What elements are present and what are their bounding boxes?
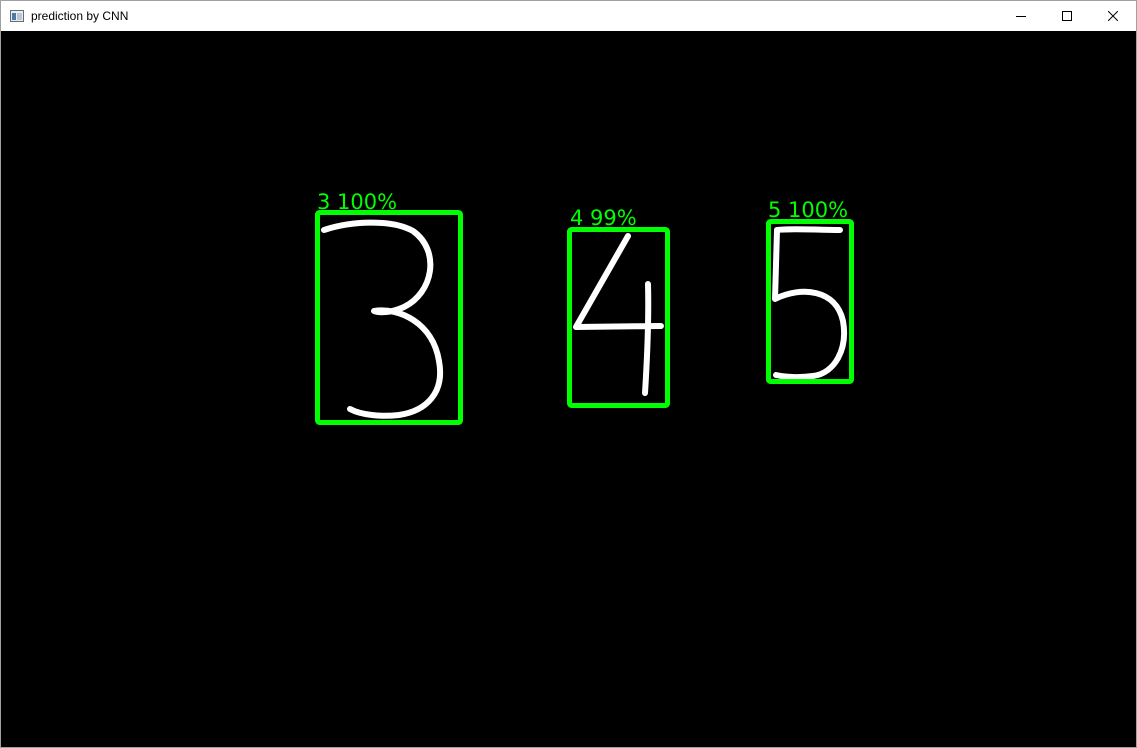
prediction-label: 3 100%	[317, 190, 397, 214]
title-bar[interactable]: prediction by CNN	[1, 1, 1136, 31]
handwritten-digit-5	[772, 226, 848, 381]
prediction-3: 3 100%	[315, 190, 463, 425]
close-icon	[1108, 11, 1118, 21]
minimize-button[interactable]	[998, 1, 1044, 31]
handwritten-digit-4	[573, 233, 664, 396]
close-button[interactable]	[1090, 1, 1136, 31]
handwritten-digit-3	[321, 219, 444, 419]
minimize-icon	[1016, 16, 1026, 17]
maximize-button[interactable]	[1044, 1, 1090, 31]
prediction-label: 4 99%	[570, 206, 637, 230]
prediction-4: 4 99%	[567, 206, 670, 408]
maximize-icon	[1062, 11, 1072, 21]
window-app-icon[interactable]	[10, 10, 24, 22]
image-canvas: 3 100% 4 99% 5 100%	[1, 31, 1136, 747]
app-window: prediction by CNN 3 100% 4 99% 5 100%	[0, 0, 1137, 748]
prediction-5: 5 100%	[766, 198, 854, 384]
window-controls	[998, 1, 1136, 31]
prediction-overlay: 3 100% 4 99% 5 100%	[315, 190, 854, 425]
window-title: prediction by CNN	[31, 9, 129, 23]
prediction-label: 5 100%	[768, 198, 848, 222]
